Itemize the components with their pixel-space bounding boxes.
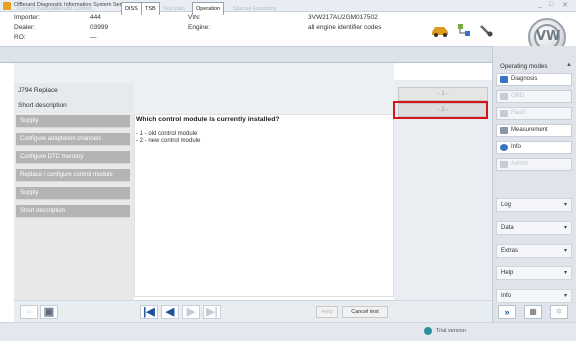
info-menu-label: Info — [501, 293, 512, 299]
help-label: Help — [501, 270, 514, 276]
info-menu[interactable]: Info ▾ — [496, 289, 572, 303]
obd-button[interactable]: OBD — [496, 90, 572, 103]
data-label: Data — [501, 225, 514, 231]
diagnosis-button[interactable]: Diagnosis — [496, 73, 572, 86]
engine-value: all engine identifier codes — [308, 24, 382, 31]
car-icon — [432, 27, 448, 37]
data-menu[interactable]: Data ▾ — [496, 221, 572, 235]
diagnosis-label: Diagnosis — [511, 76, 538, 82]
step-item[interactable]: Configure adaptation channels — [16, 133, 130, 146]
step-item[interactable]: Configure DTC memory — [16, 151, 130, 164]
option-text: - 1 - old control module — [136, 131, 198, 137]
tab-tsb[interactable]: TSB — [141, 2, 160, 15]
chevron-down-icon: ▾ — [563, 248, 567, 254]
chevron-down-icon: ▾ — [563, 225, 567, 231]
answer-1-button[interactable]: - 1 - — [398, 87, 488, 101]
chevron-down-icon: ▾ — [563, 202, 567, 208]
tab-test-plan[interactable]: Test plan — [160, 3, 188, 15]
procedure-subtitle: Short description — [14, 98, 134, 113]
flash-button[interactable]: Flash — [496, 107, 572, 120]
extras-menu[interactable]: Extras ▾ — [496, 244, 572, 258]
first-page-icon[interactable]: |◀ — [140, 305, 158, 319]
status-icon — [424, 327, 432, 335]
close-icon[interactable]: ✕ — [562, 1, 568, 9]
print-icon[interactable]: ▣ — [40, 305, 58, 319]
collapse-icon[interactable]: ▲ — [566, 62, 572, 68]
info-button[interactable]: Info — [496, 141, 572, 154]
right-sidebar — [492, 46, 576, 322]
tab-operation[interactable]: Operation — [192, 2, 225, 15]
maximize-icon[interactable]: □ — [549, 1, 553, 8]
step-item[interactable]: Supply — [16, 187, 130, 200]
minimize-icon[interactable]: _ — [538, 1, 542, 8]
extras-label: Extras — [501, 248, 519, 254]
importer-label: Importer: — [14, 14, 41, 21]
dealer-label: Dealer: — [14, 24, 35, 31]
admin-icon — [500, 161, 508, 168]
step-item[interactable]: Short description — [16, 205, 130, 218]
last-page-icon[interactable]: ▶| — [203, 305, 221, 319]
chevron-down-icon: ▾ — [563, 270, 567, 276]
cancel-test-button[interactable]: Cancel test — [342, 306, 388, 318]
previous-icon[interactable]: ◀ — [161, 305, 179, 319]
ro-label: RO: — [14, 34, 26, 41]
status-bar — [0, 322, 576, 341]
vin-label: VIN: — [188, 14, 201, 21]
info-icon — [500, 144, 508, 151]
log-menu[interactable]: Log ▾ — [496, 198, 572, 212]
tab-bar — [0, 46, 492, 63]
forward-icon[interactable]: » — [498, 305, 516, 319]
status-text: Trial version — [436, 328, 466, 334]
flash-label: Flash — [511, 110, 526, 116]
question-text: Which control module is currently instal… — [136, 116, 280, 123]
dealer-value: 03999 — [90, 24, 109, 31]
obd-icon — [500, 93, 508, 100]
chevron-down-icon: ▾ — [563, 293, 567, 299]
measurement-label: Measurement — [511, 127, 548, 133]
log-label: Log — [501, 202, 512, 208]
step-item[interactable]: Supply — [16, 115, 130, 128]
step-item[interactable]: Replace / configure control module — [16, 169, 130, 182]
document-icon[interactable]: ▫ — [20, 305, 38, 319]
obd-label: OBD — [511, 93, 525, 99]
admin-label: Admin — [511, 161, 529, 167]
info-label: Info — [511, 144, 522, 150]
settings-icon[interactable]: ✲ — [550, 305, 568, 319]
flash-icon — [500, 110, 508, 117]
engine-label: Engine: — [188, 24, 211, 31]
option-text: - 2 - new control module — [136, 138, 201, 144]
help-menu[interactable]: Help ▾ — [496, 266, 572, 280]
measurement-button[interactable]: Measurement — [496, 124, 572, 137]
app-icon — [3, 2, 11, 10]
ro-value: — — [90, 34, 97, 41]
network-icon — [458, 24, 470, 36]
vin-value: 3VW217AU2GM017502 — [308, 14, 378, 21]
help-button[interactable]: Help — [316, 306, 338, 318]
connector-icon — [480, 25, 493, 37]
highlight-box — [393, 101, 488, 119]
next-icon[interactable]: ▶ — [182, 305, 200, 319]
tab-control[interactable]: Control — [71, 3, 95, 15]
bottom-toolbar — [14, 300, 492, 322]
importer-value: 444 — [90, 14, 101, 21]
procedure-title: J794 Replace — [14, 83, 134, 98]
operating-modes-label: Operating modes — [500, 63, 548, 70]
meter-icon — [500, 127, 508, 134]
grid-icon[interactable]: ▦ — [524, 305, 542, 319]
stethoscope-icon — [500, 76, 508, 83]
admin-button[interactable]: Admin — [496, 158, 572, 171]
tab-diss[interactable]: DISS — [121, 2, 142, 15]
tab-special-functions[interactable]: Special Functions — [230, 3, 279, 15]
